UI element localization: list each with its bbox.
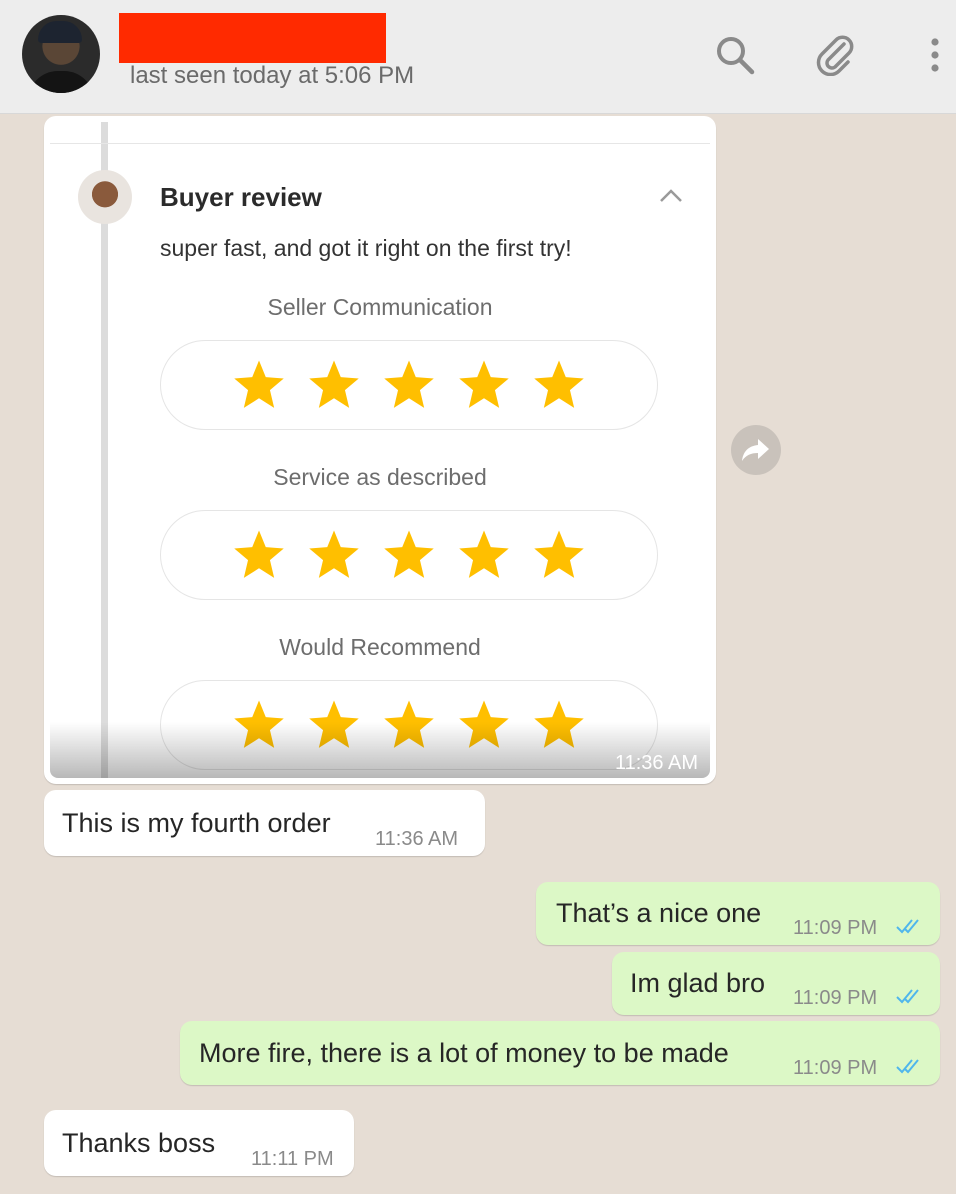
message-time: 11:09 PM [793,917,878,939]
message-text: Thanks boss [62,1128,216,1158]
star-icon [309,360,359,408]
contact-avatar[interactable] [22,15,100,93]
message-text: Im glad bro [630,968,766,998]
image-message-bubble[interactable]: Buyer review super fast, and got it righ… [44,116,716,784]
message-time: 11:09 PM [793,987,878,1009]
chat-header: last seen today at 5:06 PM [0,0,956,114]
chevron-up-icon [660,189,682,202]
read-receipt-icon [896,1059,919,1074]
rating-stars-service [160,510,658,600]
rating-label-service: Service as described [273,464,487,490]
reviewer-avatar [78,170,132,224]
more-vert-icon[interactable] [914,34,956,76]
divider [50,143,710,144]
rating-stars-communication [160,340,658,430]
review-screenshot[interactable]: Buyer review super fast, and got it righ… [50,122,710,778]
message-time: 11:36 AM [375,828,459,850]
forward-button[interactable] [731,425,781,475]
redacted-contact-name[interactable] [119,13,386,63]
incoming-message[interactable]: This is my fourth order 11:36 AM [44,790,485,856]
review-title: Buyer review [160,182,322,212]
star-icon [234,360,284,408]
search-icon[interactable] [714,34,756,76]
image-bottom-gradient [50,722,710,778]
message-time: 11:09 PM [793,1057,878,1079]
star-icon [534,360,584,408]
incoming-message[interactable]: Thanks boss 11:11 PM [44,1110,354,1176]
star-icon [309,530,359,578]
message-time: 11:11 PM [251,1148,334,1170]
read-receipt-icon [896,989,919,1004]
read-receipt-icon [896,919,919,934]
star-icon [459,530,509,578]
star-icon [534,530,584,578]
message-text: That’s a nice one [556,898,762,928]
star-icon [384,530,434,578]
star-icon [384,360,434,408]
image-timestamp: 11:36 AM [614,752,698,774]
rating-label-communication: Seller Communication [267,294,493,320]
last-seen-status: last seen today at 5:06 PM [130,62,415,89]
paperclip-icon[interactable] [814,34,856,76]
rating-label-recommend: Would Recommend [279,634,481,660]
star-icon [459,360,509,408]
message-text: This is my fourth order [62,808,331,838]
outgoing-message[interactable]: That’s a nice one 11:09 PM [536,882,940,945]
star-icon [234,530,284,578]
review-text: super fast, and got it right on the firs… [160,235,572,261]
forward-icon [742,439,769,461]
outgoing-message[interactable]: Im glad bro 11:09 PM [612,952,940,1015]
outgoing-message[interactable]: More fire, there is a lot of money to be… [180,1021,940,1085]
message-text: More fire, there is a lot of money to be… [199,1038,729,1068]
